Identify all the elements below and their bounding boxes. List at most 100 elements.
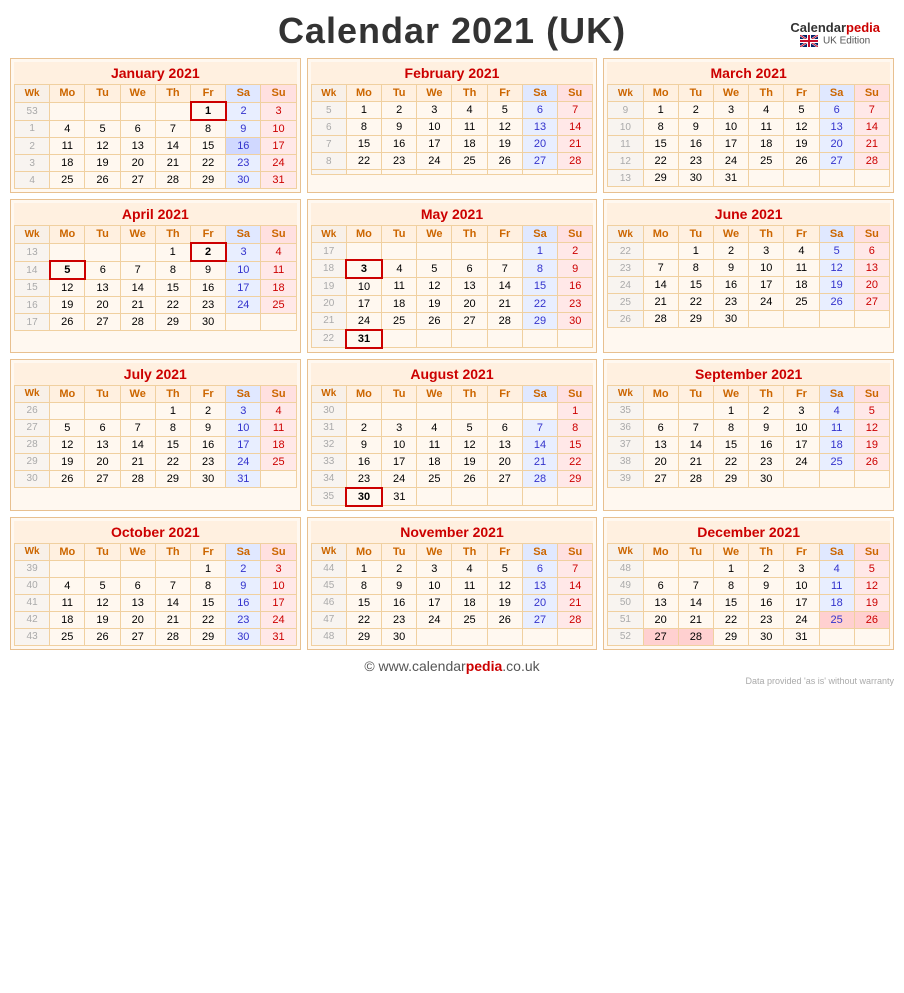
day-cell <box>643 243 678 260</box>
day-cell: 32 <box>311 436 346 453</box>
day-cell: 7 <box>522 419 557 436</box>
day-cell: 9 <box>191 419 226 436</box>
day-cell <box>120 560 155 577</box>
day-cell: 3 <box>784 560 819 577</box>
day-cell: 35 <box>608 402 643 419</box>
day-cell: 1 <box>191 102 226 120</box>
table-row: 39123 <box>15 560 297 577</box>
day-cell: 10 <box>784 577 819 594</box>
day-cell: 9 <box>226 120 261 138</box>
col-header-mo: Mo <box>50 543 85 560</box>
day-cell: 44 <box>311 560 346 577</box>
day-cell: 10 <box>382 436 417 453</box>
day-cell: 11 <box>452 577 487 594</box>
day-cell: 23 <box>191 297 226 314</box>
day-cell <box>854 628 889 645</box>
day-cell: 1 <box>558 402 593 419</box>
col-header-su: Su <box>854 226 889 243</box>
col-header-sa: Sa <box>522 385 557 402</box>
day-cell <box>85 102 120 120</box>
table-row: 145678910 <box>15 120 297 138</box>
day-cell: 19 <box>487 136 522 153</box>
table-row: 27567891011 <box>15 419 297 436</box>
day-cell: 22 <box>713 453 748 470</box>
month-title: November 2021 <box>311 521 594 543</box>
day-cell: 11 <box>749 119 784 136</box>
day-cell: 5 <box>50 419 85 436</box>
day-cell <box>487 330 522 348</box>
day-cell: 8 <box>678 260 713 277</box>
day-cell: 29 <box>678 311 713 328</box>
day-cell: 6 <box>120 120 155 138</box>
day-cell: 4 <box>417 419 452 436</box>
col-header-fr: Fr <box>487 85 522 102</box>
col-header-fr: Fr <box>191 385 226 402</box>
month-block: July 2021WkMoTuWeThFrSaSu261234275678910… <box>10 359 301 511</box>
day-cell <box>155 560 190 577</box>
day-cell: 29 <box>191 628 226 645</box>
day-cell: 30 <box>191 470 226 487</box>
day-cell: 2 <box>382 102 417 119</box>
col-header-th: Th <box>749 385 784 402</box>
day-cell: 18 <box>819 594 854 611</box>
col-header-sa: Sa <box>819 543 854 560</box>
table-row: 353031 <box>311 488 593 506</box>
day-cell: 16 <box>558 278 593 296</box>
day-cell: 29 <box>558 470 593 488</box>
day-cell: 8 <box>155 419 190 436</box>
day-cell: 48 <box>608 560 643 577</box>
day-cell: 25 <box>819 453 854 470</box>
day-cell: 24 <box>749 294 784 311</box>
day-cell: 22 <box>155 453 190 470</box>
day-cell <box>643 402 678 419</box>
table-row: 4218192021222324 <box>15 611 297 628</box>
table-row: 5013141516171819 <box>608 594 890 611</box>
day-cell: 23 <box>608 260 643 277</box>
col-header-su: Su <box>261 226 296 244</box>
day-cell <box>155 102 190 120</box>
day-cell: 3 <box>261 102 296 120</box>
table-row: 1712 <box>311 243 593 260</box>
day-cell: 12 <box>50 279 85 297</box>
day-cell: 7 <box>558 102 593 119</box>
day-cell: 6 <box>819 102 854 119</box>
day-cell <box>382 243 417 260</box>
day-cell: 13 <box>522 119 557 136</box>
col-header-th: Th <box>749 226 784 243</box>
day-cell: 4 <box>15 172 50 189</box>
day-cell <box>784 311 819 328</box>
day-cell: 27 <box>854 294 889 311</box>
day-cell: 13 <box>487 436 522 453</box>
day-cell: 4 <box>452 102 487 119</box>
day-cell: 17 <box>749 277 784 294</box>
day-cell: 29 <box>191 172 226 189</box>
day-cell: 5 <box>819 243 854 260</box>
day-cell: 19 <box>784 136 819 153</box>
table-row: 301 <box>311 402 593 419</box>
table-row: 4812345 <box>608 560 890 577</box>
day-cell: 1 <box>346 560 381 577</box>
col-header-mo: Mo <box>643 385 678 402</box>
day-cell: 25 <box>749 153 784 170</box>
day-cell: 10 <box>261 120 296 138</box>
day-cell: 4 <box>382 260 417 278</box>
day-cell: 24 <box>608 277 643 294</box>
table-row: 13293031 <box>608 170 890 187</box>
day-cell: 20 <box>85 297 120 314</box>
month-block: October 2021WkMoTuWeThFrSaSu391234045678… <box>10 517 301 650</box>
day-cell: 7 <box>678 577 713 594</box>
day-cell: 17 <box>226 436 261 453</box>
day-cell <box>417 402 452 419</box>
day-cell: 30 <box>749 470 784 487</box>
day-cell: 11 <box>261 419 296 436</box>
day-cell: 18 <box>749 136 784 153</box>
day-cell: 2 <box>15 138 50 155</box>
day-cell: 5 <box>85 120 120 138</box>
col-header-wk: Wk <box>311 385 346 402</box>
day-cell: 7 <box>643 260 678 277</box>
col-header-fr: Fr <box>784 85 819 102</box>
day-cell: 24 <box>261 611 296 628</box>
day-cell: 26 <box>85 628 120 645</box>
day-cell: 8 <box>346 577 381 594</box>
day-cell: 29 <box>643 170 678 187</box>
